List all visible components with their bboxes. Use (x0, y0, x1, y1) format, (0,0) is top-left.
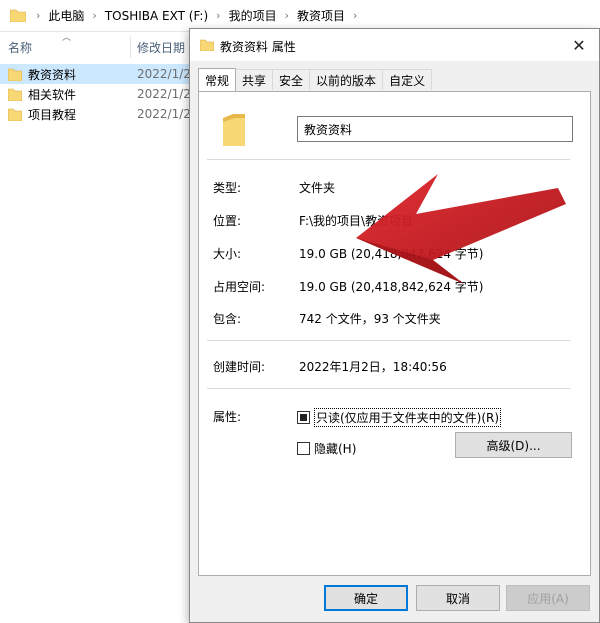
dialog-titlebar[interactable]: 教资资料 属性 ✕ (190, 29, 599, 61)
checkbox-icon (297, 442, 310, 455)
close-icon: ✕ (572, 35, 586, 55)
breadcrumb-separator: › (353, 9, 358, 22)
disk-size-label: 占用空间: (213, 280, 266, 294)
breadcrumb-separator: › (284, 9, 289, 22)
tab-customize[interactable]: 自定义 (382, 69, 433, 90)
location-value: F:\我的项目\教资项目 (299, 214, 414, 228)
type-label: 类型: (213, 181, 242, 195)
breadcrumb-separator: › (216, 9, 221, 22)
file-date: 2022/1/2 (137, 67, 191, 81)
breadcrumb-separator: › (92, 9, 97, 22)
breadcrumb-separator: › (36, 9, 41, 22)
advanced-button[interactable]: 高级(D)... (455, 432, 572, 458)
folder-icon (200, 39, 214, 51)
folder-name-input[interactable]: 教资资料 (297, 116, 573, 142)
tab-security[interactable]: 安全 (272, 69, 311, 90)
file-date: 2022/1/2 (137, 87, 191, 101)
readonly-label: 只读(仅应用于文件夹中的文件)(R) (314, 408, 502, 427)
divider (207, 388, 570, 389)
folder-icon (10, 9, 26, 22)
tab-general[interactable]: 常规 (198, 68, 237, 91)
hidden-label: 隐藏(H) (314, 442, 357, 456)
file-list: 教资资料 2022/1/2 相关软件 2022/1/2 项目教程 2022/1/… (0, 64, 191, 124)
divider (207, 159, 570, 160)
list-item[interactable]: 相关软件 2022/1/2 (0, 84, 191, 104)
readonly-checkbox[interactable]: 只读(仅应用于文件夹中的文件)(R) (297, 408, 502, 427)
created-label: 创建时间: (213, 360, 266, 374)
folder-icon (223, 114, 245, 146)
hidden-checkbox[interactable]: 隐藏(H) (297, 440, 356, 457)
tab-sharing[interactable]: 共享 (235, 69, 274, 90)
folder-icon (8, 88, 22, 101)
column-divider[interactable] (130, 36, 131, 58)
file-name: 相关软件 (28, 87, 77, 102)
column-header: ︿ 名称 修改日期 (0, 32, 190, 62)
breadcrumb-this-pc[interactable]: 此电脑 (48, 7, 84, 24)
dialog-title: 教资资料 属性 (220, 40, 296, 54)
contains-label: 包含: (213, 312, 242, 326)
breadcrumb-current[interactable]: 教资项目 (297, 7, 345, 24)
file-name: 教资资料 (28, 67, 77, 82)
list-item[interactable]: 教资资料 2022/1/2 (0, 64, 191, 84)
cancel-button[interactable]: 取消 (416, 585, 500, 611)
divider (207, 340, 570, 341)
properties-dialog: 教资资料 属性 ✕ 常规 共享 安全 以前的版本 自定义 教资资料 类型: 文件… (189, 28, 600, 623)
type-value: 文件夹 (299, 181, 336, 195)
general-panel: 教资资料 类型: 文件夹 位置: F:\我的项目\教资项目 大小: 19.0 G… (198, 91, 591, 576)
apply-button[interactable]: 应用(A) (506, 585, 590, 611)
file-date: 2022/1/2 (137, 107, 191, 121)
attributes-label: 属性: (213, 410, 242, 424)
file-name: 项目教程 (28, 107, 77, 122)
folder-icon (8, 68, 22, 81)
close-button[interactable]: ✕ (559, 29, 599, 61)
column-date[interactable]: 修改日期 (137, 39, 185, 56)
tab-bar: 常规 共享 安全 以前的版本 自定义 (198, 68, 433, 91)
tab-previous-versions[interactable]: 以前的版本 (309, 69, 384, 90)
sort-up-icon: ︿ (62, 33, 72, 43)
contains-value: 742 个文件，93 个文件夹 (299, 312, 441, 326)
ok-button[interactable]: 确定 (324, 585, 408, 611)
created-value: 2022年1月2日，18:40:56 (299, 360, 447, 374)
breadcrumb-my-projects[interactable]: 我的项目 (229, 7, 277, 24)
disk-size-value: 19.0 GB (20,418,842,624 字节) (299, 280, 484, 294)
size-value: 19.0 GB (20,418,842,624 字节) (299, 247, 484, 261)
folder-icon (8, 108, 22, 121)
column-name[interactable]: 名称 (8, 39, 32, 56)
breadcrumb-drive[interactable]: TOSHIBA EXT (F:) (105, 9, 208, 23)
size-label: 大小: (213, 247, 242, 261)
location-label: 位置: (213, 214, 242, 228)
checkbox-indeterminate-icon (297, 411, 310, 424)
list-item[interactable]: 项目教程 2022/1/2 (0, 104, 191, 124)
